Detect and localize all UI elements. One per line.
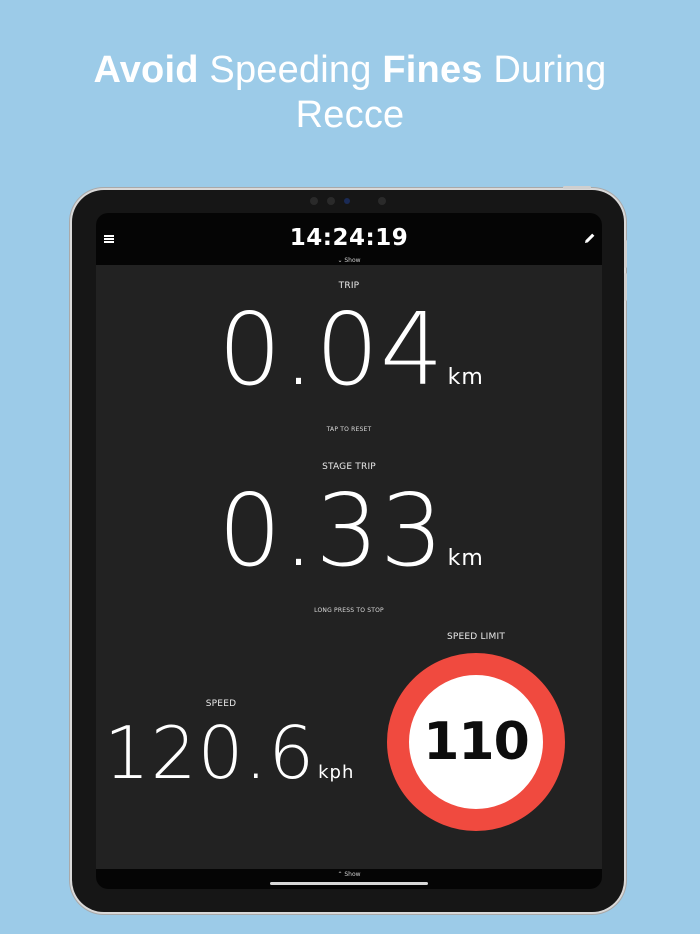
pencil-icon[interactable] — [584, 232, 596, 244]
speed-unit: kph — [318, 762, 355, 783]
speed-limit-sign[interactable]: 110 — [387, 653, 565, 831]
show-bottom-toggle[interactable]: ⌃ Show — [96, 871, 602, 878]
stage-trip-unit: km — [447, 546, 484, 571]
camera-lens-center — [327, 197, 335, 205]
bottom-bar: ⌃ Show — [96, 869, 602, 889]
camera-lens-right — [378, 197, 386, 205]
headline-recce: Recce — [295, 94, 405, 136]
volume-up-button — [624, 240, 627, 268]
trip-label: TRIP — [338, 281, 360, 291]
long-press-hint: LONG PRESS TO STOP — [314, 607, 384, 614]
speed-label: SPEED — [205, 699, 237, 709]
speed-display: 120.6 kph — [104, 710, 354, 816]
trip-value: 0.04 — [218, 291, 445, 408]
clock: 14:24:19 — [289, 225, 409, 251]
stage-trip-display[interactable]: 0.33 km — [218, 472, 484, 618]
headline-during: During — [482, 49, 607, 91]
app-screen: 14:24:19 ⌄ Show TRIP 0.04 km TAP TO RESET… — [96, 213, 602, 889]
stage-trip-value: 0.33 — [218, 472, 445, 589]
speed-limit-label: SPEED LIMIT — [446, 632, 506, 642]
show-top-toggle[interactable]: ⌄ Show — [96, 257, 602, 264]
headline-speeding: Speeding — [198, 49, 383, 91]
speed-value: 120.6 — [104, 711, 316, 795]
volume-down-button — [624, 273, 627, 301]
power-button — [563, 186, 591, 189]
top-bar: 14:24:19 ⌄ Show — [96, 213, 602, 265]
headline-fines: Fines — [382, 49, 483, 91]
promo-headline: Avoid Speeding Fines During Recce — [0, 48, 700, 138]
trip-display[interactable]: 0.04 km — [218, 291, 484, 437]
headline-avoid: Avoid — [93, 49, 199, 91]
camera-lens-main — [344, 198, 350, 204]
speed-limit-value: 110 — [423, 712, 530, 772]
home-indicator[interactable] — [270, 882, 428, 885]
trip-unit: km — [447, 365, 484, 390]
stage-trip-label: STAGE TRIP — [322, 462, 376, 472]
tap-to-reset-hint: TAP TO RESET — [326, 426, 372, 433]
camera-lens-left — [310, 197, 318, 205]
